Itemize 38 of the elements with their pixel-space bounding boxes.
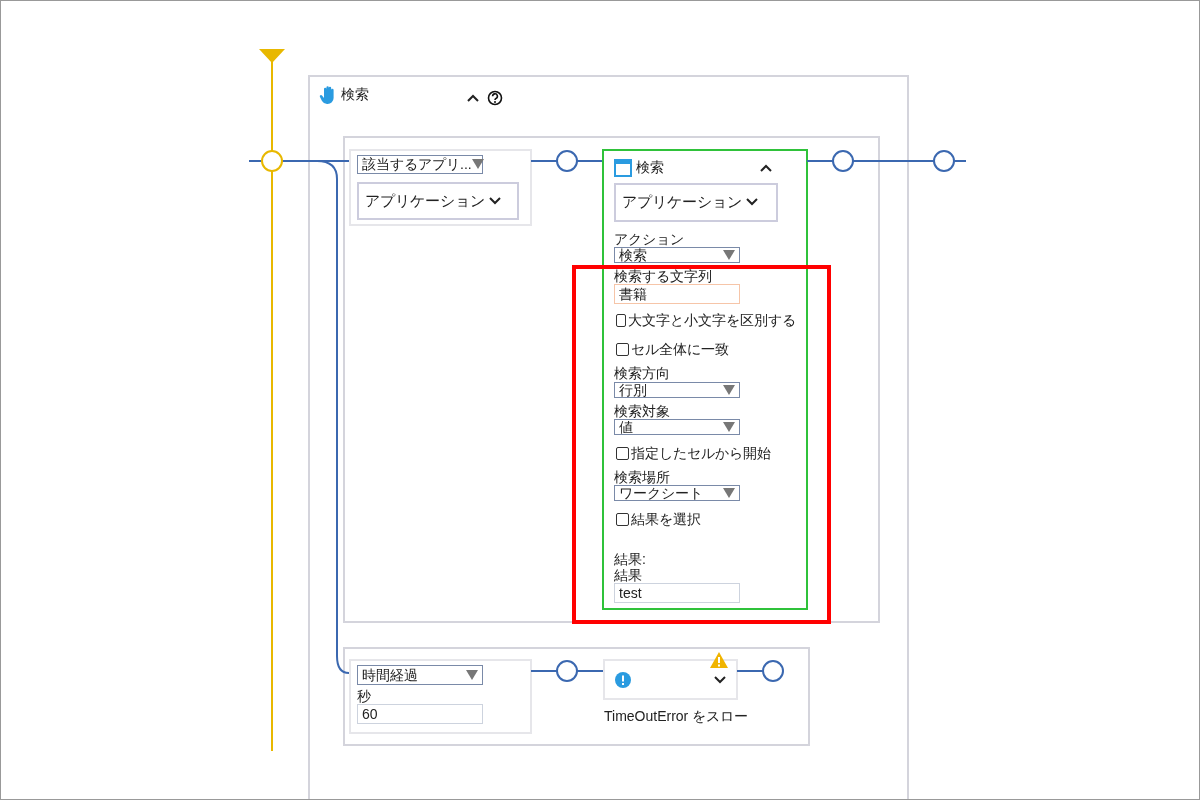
text-field[interactable]: 60 <box>357 704 483 725</box>
dropdown[interactable]: ワークシート <box>614 485 740 502</box>
application-button[interactable]: アプリケーション <box>614 183 778 222</box>
field-label: 結果 <box>614 567 643 584</box>
chevron-up-icon[interactable] <box>467 94 479 103</box>
chevron-up-icon[interactable] <box>760 164 772 172</box>
help-icon[interactable] <box>487 90 503 107</box>
dropdown[interactable]: 該当するアプリ... <box>357 155 483 174</box>
text-field[interactable]: 書籍 <box>614 284 740 305</box>
chevron-down-icon[interactable] <box>746 198 758 207</box>
block-title: 検索 <box>341 87 369 103</box>
connector-node[interactable] <box>933 150 955 172</box>
timeline-node[interactable] <box>261 150 283 172</box>
field-label: アクション <box>614 231 685 247</box>
hand-icon <box>319 85 337 105</box>
checkbox[interactable]: 結果を選択 <box>616 509 796 531</box>
field-label: 秒 <box>357 689 372 705</box>
dropdown[interactable]: 値 <box>614 419 740 436</box>
dropdown[interactable]: 検索 <box>614 246 740 263</box>
output-heading: 結果: <box>614 552 647 568</box>
field-label: 検索対象 <box>614 403 671 420</box>
checkbox[interactable]: セル全体に一致 <box>616 339 796 361</box>
checkbox[interactable]: 指定したセルから開始 <box>616 443 796 465</box>
field-label: 検索方向 <box>614 366 671 382</box>
info-icon <box>615 671 631 688</box>
field-label: 検索する文字列 <box>614 268 713 285</box>
field-label: 検索場所 <box>614 470 671 486</box>
action-title: 検索 <box>636 160 665 176</box>
dropdown[interactable]: 行別 <box>614 381 740 398</box>
text-field[interactable]: test <box>614 583 740 604</box>
dropdown[interactable]: 時間経過 <box>357 665 483 685</box>
application-button[interactable]: アプリケーション <box>357 181 519 220</box>
timeline-start-icon <box>259 49 285 63</box>
checkbox[interactable]: 大文字と小文字を区別する <box>616 310 796 332</box>
chevron-down-icon[interactable] <box>489 196 501 205</box>
error-label: TimeOutError をスロー <box>604 709 749 725</box>
window-icon <box>614 159 632 177</box>
chevron-down-icon[interactable] <box>714 675 726 684</box>
